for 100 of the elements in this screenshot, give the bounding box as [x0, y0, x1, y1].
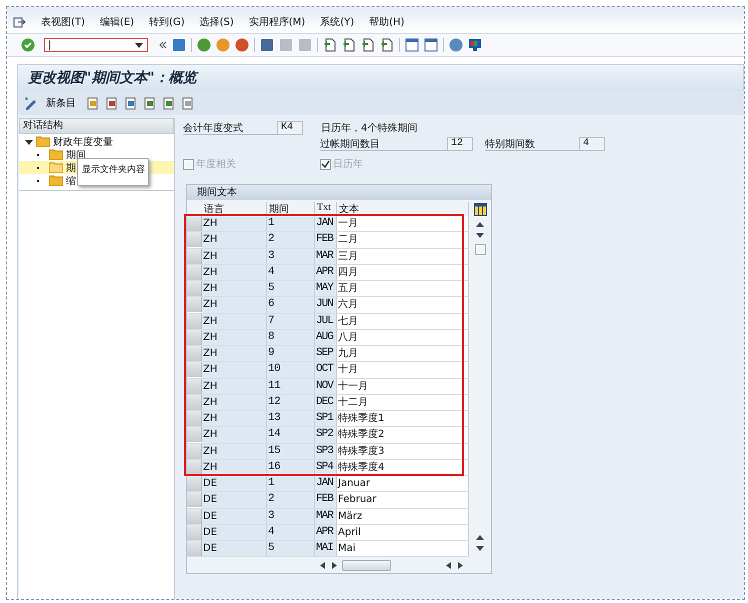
scroll-right-icon[interactable]: [457, 562, 463, 569]
table-cell: ZH: [202, 346, 267, 362]
table-cell: APR: [315, 524, 337, 540]
table-cell: ZH: [202, 264, 267, 280]
previous-page-icon[interactable]: [342, 38, 356, 52]
collapse-icon[interactable]: [159, 41, 167, 49]
table-cell: 5: [267, 281, 315, 296]
table-cell: 11: [267, 378, 315, 394]
table-cell: MAY: [315, 281, 337, 296]
table-cell: ZH: [202, 216, 267, 232]
checkmark-icon: [321, 160, 330, 168]
menu-item[interactable]: 系统(Y): [320, 15, 354, 29]
enter-icon[interactable]: [21, 38, 35, 52]
table-cell: SP2: [315, 427, 337, 442]
menu-item[interactable]: 帮助(H): [369, 15, 404, 29]
scroll-right-icon[interactable]: [331, 562, 337, 569]
text-input-field[interactable]: Mai: [337, 541, 469, 556]
column-settings-icon[interactable]: [474, 203, 486, 216]
table-cell: 6: [267, 297, 315, 312]
shortcut-icon[interactable]: [424, 38, 438, 52]
table-cell: ZH: [202, 330, 267, 345]
table-cell: DEC: [315, 394, 337, 410]
menu-icon[interactable]: [13, 16, 26, 28]
tree-item[interactable]: 财政年度变量: [19, 135, 174, 148]
table-cell: FEB: [315, 492, 337, 508]
table-cell: AUG: [315, 330, 337, 345]
scroll-thumb[interactable]: [474, 244, 486, 255]
table-cell: DE: [202, 524, 267, 540]
text-input-field[interactable]: 三月: [337, 248, 469, 264]
folder-icon: [36, 136, 50, 147]
scroll-up-icon[interactable]: [476, 535, 484, 540]
expanded-arrow-icon[interactable]: [25, 138, 33, 146]
menu-item[interactable]: 实用程序(M): [248, 15, 306, 29]
text-input-field[interactable]: Januar: [337, 476, 469, 492]
table-cell: JAN: [315, 216, 337, 232]
text-input-field[interactable]: März: [337, 508, 469, 524]
table-cell: ZH: [202, 281, 267, 296]
table-cell: 2: [267, 232, 315, 248]
next-page-icon[interactable]: [361, 38, 375, 52]
first-page-icon[interactable]: [323, 38, 337, 52]
menu-item[interactable]: 编辑(E): [100, 15, 134, 29]
scroll-down-icon[interactable]: [476, 546, 484, 552]
text-input-field[interactable]: 一月: [337, 216, 469, 232]
field-label: 过帐期间数目: [320, 137, 447, 151]
table-cell: 8: [267, 330, 315, 345]
menu-item[interactable]: 转到(G): [149, 15, 185, 29]
table-cell: ZH: [202, 378, 267, 394]
text-input-field[interactable]: 十一月: [337, 378, 469, 394]
text-input-field[interactable]: 十二月: [337, 394, 469, 410]
dropdown-arrow-icon[interactable]: [135, 42, 143, 48]
table-cell: NOV: [315, 378, 337, 394]
text-input-field[interactable]: 二月: [337, 232, 469, 248]
variant-field: K4: [277, 121, 303, 135]
monitor-icon[interactable]: [468, 38, 482, 52]
table-cell: 14: [267, 427, 315, 442]
table-cell: 4: [267, 524, 315, 540]
text-input-field[interactable]: Februar: [337, 492, 469, 508]
table-cell: MAR: [315, 508, 337, 524]
scroll-left-icon[interactable]: [320, 562, 326, 569]
table-cell: SEP: [315, 346, 337, 362]
scroll-left-icon[interactable]: [446, 562, 452, 569]
table-cell: 1: [267, 476, 315, 492]
text-input-field[interactable]: 特殊季度1: [337, 411, 469, 426]
last-page-icon[interactable]: [380, 38, 394, 52]
new-entries-button[interactable]: 新条目: [44, 96, 78, 110]
table-cell: 9: [267, 346, 315, 362]
menu-item[interactable]: 选择(S): [200, 15, 234, 29]
text-input-field[interactable]: 六月: [337, 297, 469, 312]
table-cell: 5: [267, 541, 315, 556]
text-input-field[interactable]: 特殊季度2: [337, 427, 469, 442]
text-input-field[interactable]: 八月: [337, 330, 469, 345]
text-input-field[interactable]: 七月: [337, 314, 469, 329]
new-session-icon[interactable]: [405, 38, 419, 52]
text-input-field[interactable]: 五月: [337, 281, 469, 296]
variant-description: 日历年，4个特殊期间: [321, 122, 418, 135]
text-input-field[interactable]: 特殊季度3: [337, 444, 469, 459]
table-cell: DE: [202, 541, 267, 556]
table-cell: DE: [202, 492, 267, 508]
table-cell: ZH: [202, 362, 267, 378]
posting-periods-field: 12: [447, 137, 473, 151]
text-input-field[interactable]: April: [337, 524, 469, 540]
table-cell: 7: [267, 314, 315, 329]
text-input-field[interactable]: 十月: [337, 362, 469, 378]
command-field[interactable]: |: [44, 38, 148, 52]
scroll-down-icon[interactable]: [476, 233, 484, 238]
edit-icon[interactable]: [24, 96, 38, 110]
table-cell: ZH: [202, 232, 267, 248]
table-cell: FEB: [315, 232, 337, 248]
text-input-field[interactable]: 九月: [337, 346, 469, 362]
table-cell: JUN: [315, 297, 337, 312]
table-cell: ZH: [202, 444, 267, 459]
table-cell: 12: [267, 394, 315, 410]
scroll-thumb[interactable]: [342, 560, 391, 571]
menu-item[interactable]: 表视图(T): [41, 15, 85, 29]
table-cell: 4: [267, 264, 315, 280]
text-input-field[interactable]: 四月: [337, 264, 469, 280]
table-cell: ZH: [202, 394, 267, 410]
table-cell: 3: [267, 248, 315, 264]
scroll-up-icon[interactable]: [476, 222, 484, 227]
row-selector[interactable]: [187, 460, 202, 475]
